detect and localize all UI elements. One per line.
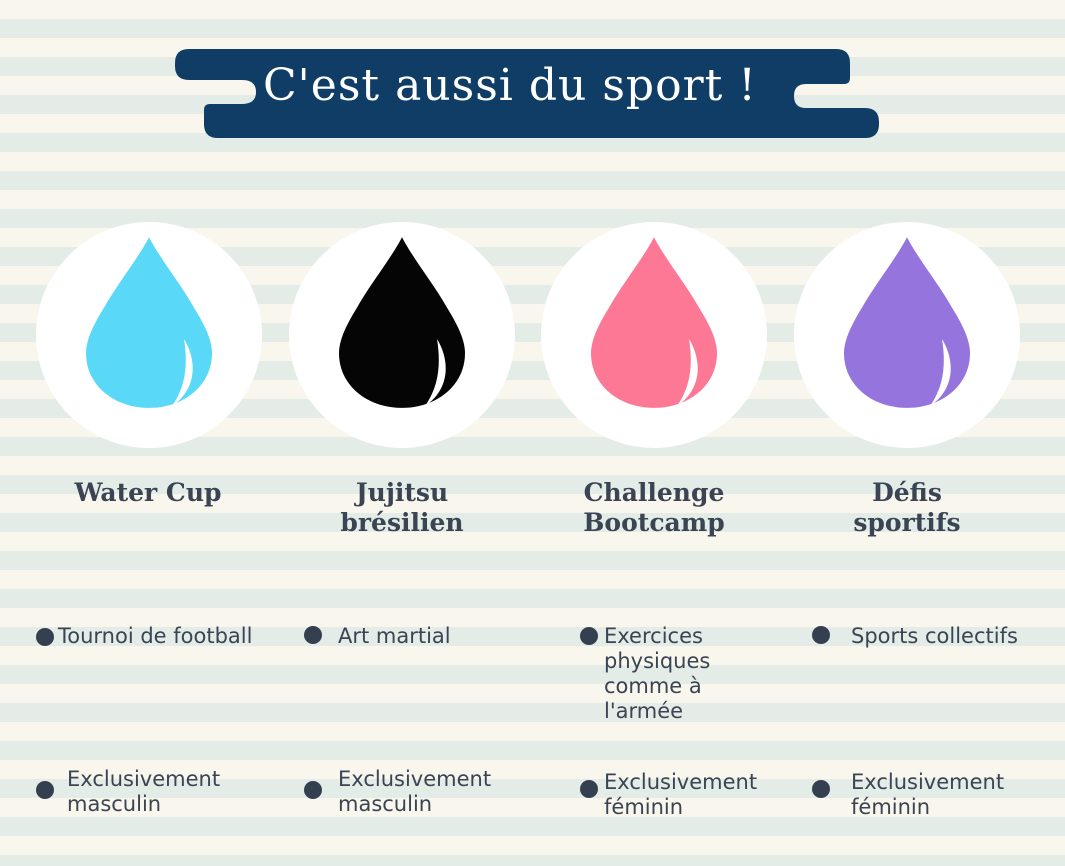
item-text: Exclusivement féminin [604,770,758,819]
item-text: Tournoi de football [58,624,253,648]
bullet-icon [36,628,54,646]
drop-icon [591,237,717,408]
drop-icon [339,237,465,408]
sport-title: Water Cup [74,478,222,507]
item-text: Art martial [338,624,451,648]
bullet-icon [304,626,322,644]
sport-column-defis: Défis sportifs Sports collectifs Exclusi… [782,0,1032,866]
bullet-icon [812,626,830,644]
drop-circle [794,222,1020,448]
item-text: Exclusivement masculin [67,767,221,816]
sport-title: Défis sportifs [853,478,961,537]
bullet-icon [580,627,598,645]
drop-circle [289,222,515,448]
item-text: Exclusivement masculin [338,767,492,816]
bullet-icon [36,781,54,799]
sport-title: Jujitsu brésilien [340,478,464,537]
sport-column-water-cup: Water Cup Tournoi de football Exclusivem… [23,0,273,866]
bullet-icon [812,780,830,798]
drop-circle [541,222,767,448]
bullet-icon [580,780,598,798]
bullet-icon [304,781,322,799]
drop-circle [36,222,262,448]
item-text: Sports collectifs [851,624,1018,648]
sport-column-jujitsu: Jujitsu brésilien Art martial Exclusivem… [277,0,527,866]
item-text: Exclusivement féminin [851,770,1005,819]
sport-title: Challenge Bootcamp [583,478,725,537]
drop-icon [844,237,970,408]
drop-icon [86,237,212,408]
sport-column-bootcamp: Challenge Bootcamp Exercices physiques c… [529,0,779,866]
item-text: Exercices physiques comme à l'armée [604,624,711,723]
